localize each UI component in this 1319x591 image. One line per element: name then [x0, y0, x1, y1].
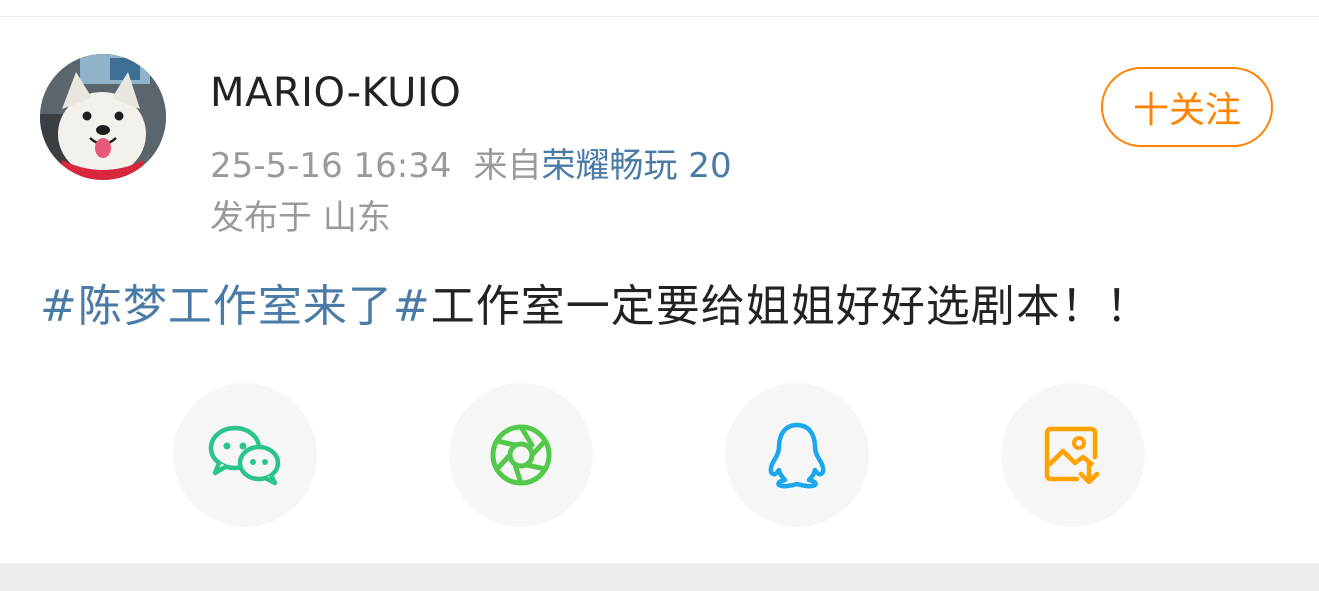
- moments-icon: [490, 424, 552, 486]
- follow-button[interactable]: 十关注: [1101, 67, 1273, 147]
- post-location: 发布于 山东: [210, 190, 391, 239]
- samoyed-dog-avatar-icon: [40, 54, 166, 180]
- avatar[interactable]: [40, 54, 166, 180]
- qq-icon: [768, 422, 826, 489]
- share-qq-button[interactable]: [725, 383, 869, 527]
- post-body: #陈梦工作室来了#工作室一定要给姐姐好好选剧本！！: [40, 270, 1151, 334]
- topic-link[interactable]: #陈梦工作室来了#: [40, 281, 431, 332]
- share-moments-button[interactable]: [449, 383, 593, 527]
- share-wechat-button[interactable]: [173, 383, 317, 527]
- wechat-icon: [208, 425, 281, 486]
- username[interactable]: MARIO-KUIO: [210, 70, 461, 116]
- location-prefix: 发布于: [210, 198, 312, 238]
- source-device-link[interactable]: 荣耀畅玩 20: [542, 146, 732, 186]
- post-text: 工作室一定要给姐姐好好选剧本！！: [430, 281, 1151, 332]
- weibo-post-card: MARIO-KUIO 25-5-16 16:34 来自荣耀畅玩 20 发布于 山东…: [0, 0, 1319, 591]
- share-save-image-button[interactable]: [1001, 383, 1145, 527]
- source-prefix: 来自: [473, 146, 542, 186]
- divider: [0, 16, 1319, 17]
- save-image-icon: [1044, 426, 1100, 485]
- post-timestamp: 25-5-16 16:34: [210, 146, 452, 186]
- location-name: 山东: [322, 198, 391, 238]
- post-meta: 25-5-16 16:34 来自荣耀畅玩 20: [210, 138, 732, 187]
- section-separator: [0, 563, 1319, 591]
